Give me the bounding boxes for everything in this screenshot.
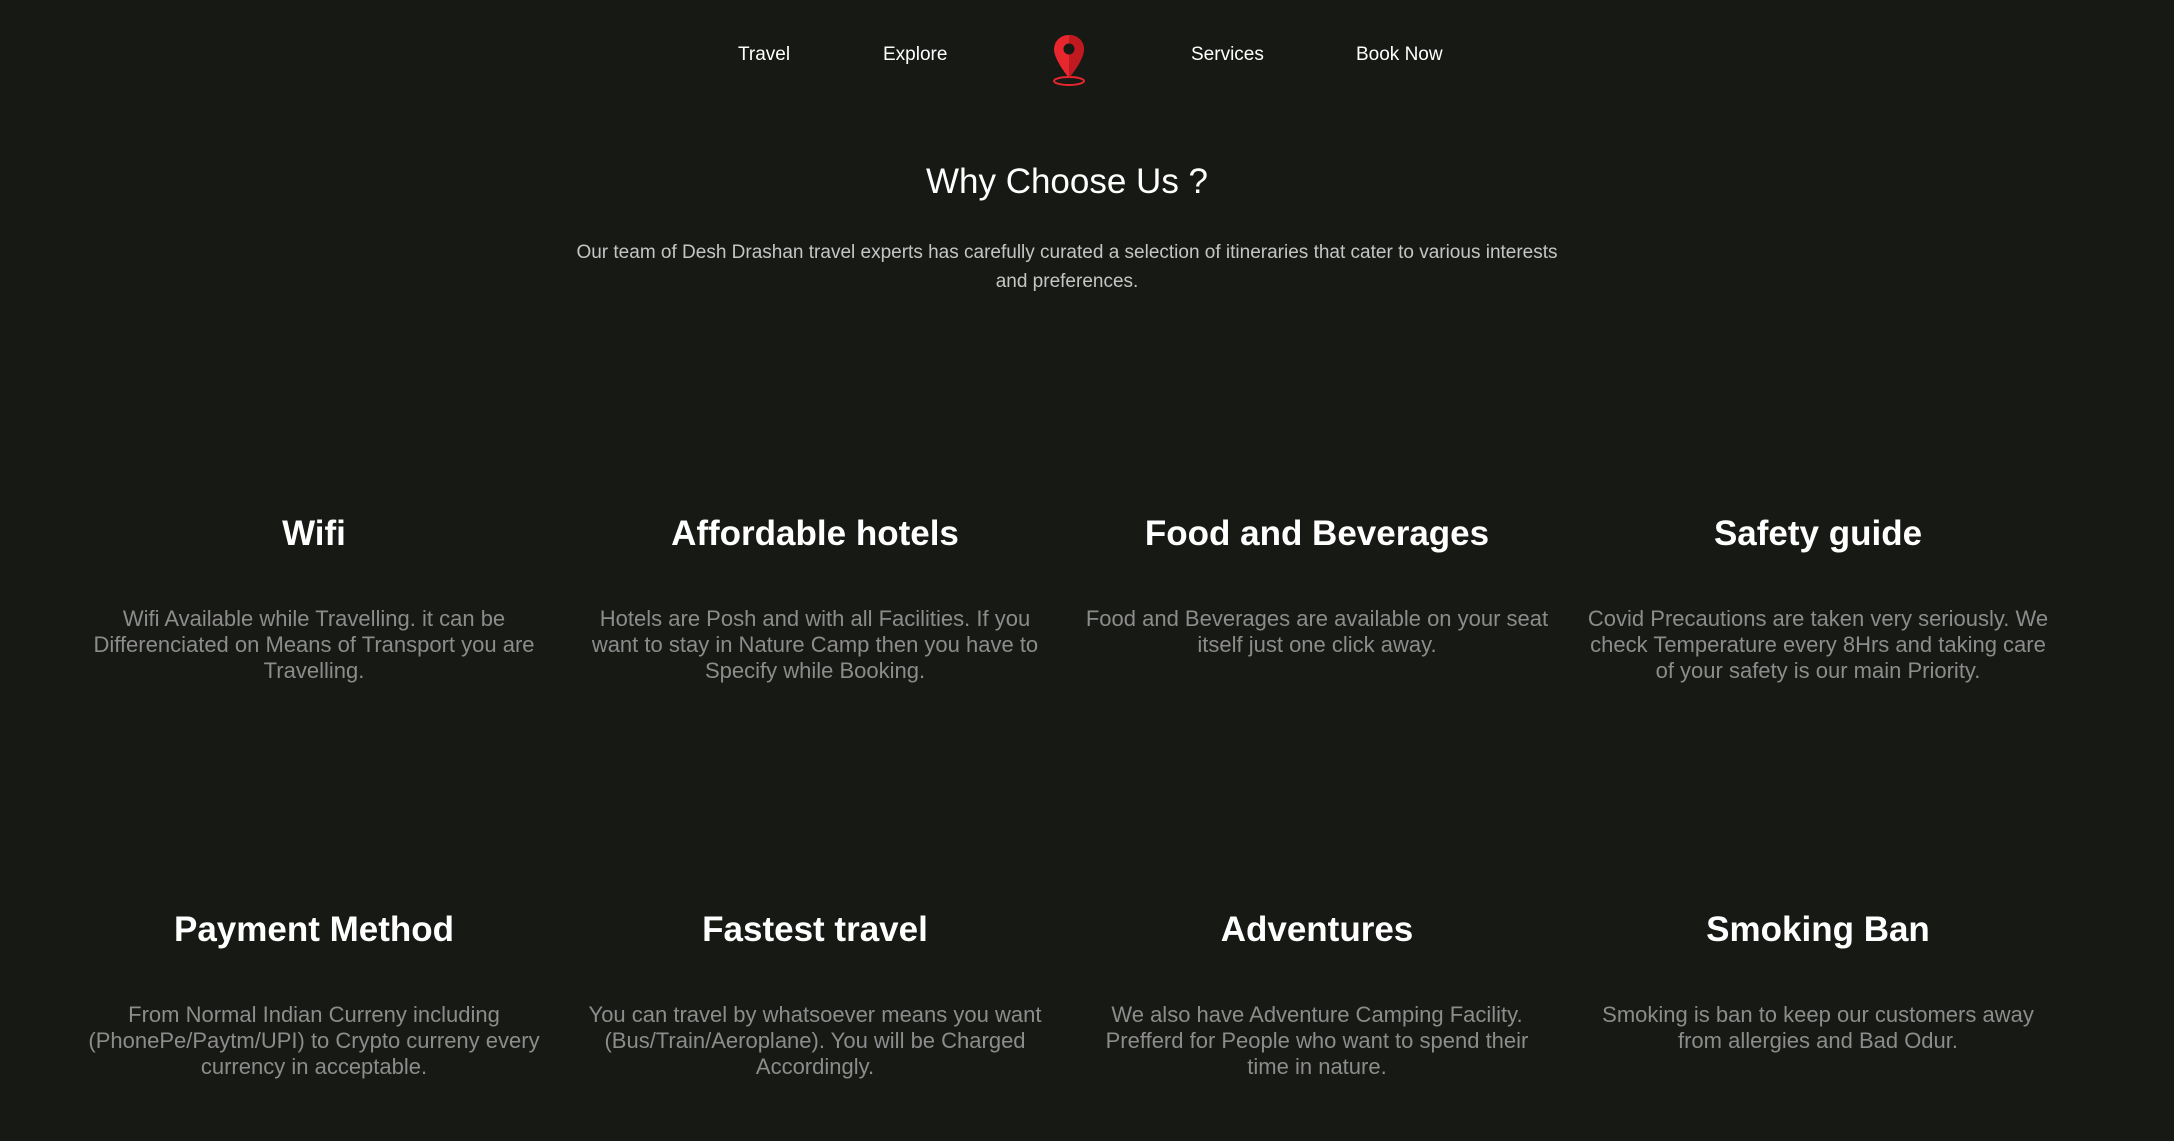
nav-link-book-now[interactable]: Book Now xyxy=(1356,43,1443,67)
section-intro: Our team of Desh Drashan travel experts … xyxy=(576,242,1558,292)
feature-card-fastest-travel: Fastest travel You can travel by whatsoe… xyxy=(581,908,1049,1080)
feature-title: Food and Beverages xyxy=(1144,514,1490,553)
feature-card-affordable-hotels: Affordable hotels Hotels are Posh and wi… xyxy=(581,512,1049,684)
map-pin-icon[interactable] xyxy=(1051,33,1087,86)
feature-description: Smoking is ban to keep our customers awa… xyxy=(1602,1002,2034,1053)
feature-card-safety-guide: Safety guide Covid Precautions are taken… xyxy=(1584,512,2052,684)
feature-card-wifi: Wifi Wifi Available while Travelling. it… xyxy=(80,512,548,684)
feature-title: Safety guide xyxy=(1713,514,1923,553)
nav-link-travel[interactable]: Travel xyxy=(738,43,790,67)
feature-title: Wifi xyxy=(282,514,346,553)
feature-description: Hotels are Posh and with all Facilities.… xyxy=(591,606,1039,683)
feature-title: Fastest travel xyxy=(702,910,928,949)
feature-title: Smoking Ban xyxy=(1706,910,1930,949)
nav-link-explore[interactable]: Explore xyxy=(883,43,947,67)
feature-card-payment-method: Payment Method From Normal Indian Curren… xyxy=(80,908,548,1080)
section-title: Why Choose Us ? xyxy=(925,162,1209,201)
feature-description: From Normal Indian Curreny including (Ph… xyxy=(88,1002,540,1079)
feature-description: Wifi Available while Travelling. it can … xyxy=(93,606,535,683)
nav-link-services[interactable]: Services xyxy=(1191,43,1264,67)
feature-card-smoking-ban: Smoking Ban Smoking is ban to keep our c… xyxy=(1584,908,2052,1054)
feature-card-food-and-beverages: Food and Beverages Food and Beverages ar… xyxy=(1083,512,1551,658)
feature-title: Adventures xyxy=(1220,910,1414,949)
feature-description: We also have Adventure Camping Facility.… xyxy=(1105,1002,1529,1079)
feature-description: Food and Beverages are available on your… xyxy=(1085,606,1549,657)
top-nav: Travel Explore Services Book Now xyxy=(0,0,2174,112)
feature-card-adventures: Adventures We also have Adventure Campin… xyxy=(1083,908,1551,1080)
feature-description: You can travel by whatsoever means you w… xyxy=(588,1002,1042,1079)
feature-title: Payment Method xyxy=(173,910,455,949)
feature-description: Covid Precautions are taken very serious… xyxy=(1587,606,2049,683)
feature-title: Affordable hotels xyxy=(671,514,959,553)
